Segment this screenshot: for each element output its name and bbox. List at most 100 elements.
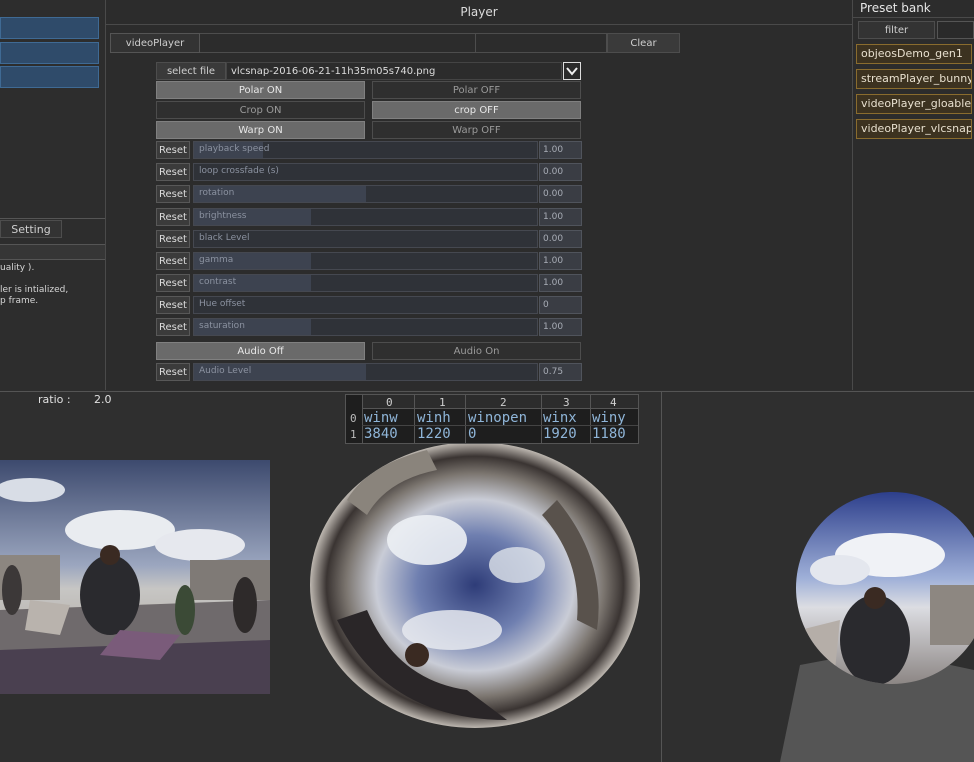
file-name-field[interactable]: vlcsnap-2016-06-21-11h35m05s740.png: [226, 62, 562, 80]
left-info-line: p frame.: [0, 296, 39, 306]
tab-bar-empty: [200, 33, 475, 53]
table-col-sep: [414, 395, 415, 443]
tab-setting[interactable]: Setting: [0, 220, 62, 238]
divider: [853, 17, 974, 18]
slider-reset-button[interactable]: Reset: [156, 230, 190, 248]
slider-reset-button[interactable]: Reset: [156, 163, 190, 181]
slider-track[interactable]: playback speed: [193, 141, 538, 159]
slider-value[interactable]: 0.00: [539, 163, 582, 181]
tab-bar-field: [475, 33, 607, 53]
slider-track[interactable]: black Level: [193, 230, 538, 248]
slider-value[interactable]: 1.00: [539, 252, 582, 270]
polar-on-button[interactable]: Polar ON: [156, 81, 365, 99]
slider-label: brightness: [199, 211, 247, 221]
player-title: Player: [460, 5, 498, 19]
filter-input[interactable]: [937, 21, 974, 39]
left-info-line: uality ).: [0, 263, 35, 273]
fisheye-image: [310, 442, 640, 728]
slider-track[interactable]: brightness: [193, 208, 538, 226]
table-col-header: 4: [610, 396, 617, 409]
preset-item[interactable]: videoPlayer_vlcsnap: [856, 119, 972, 139]
audio-level-slider[interactable]: Audio Level: [193, 363, 538, 381]
clear-button[interactable]: Clear: [607, 33, 680, 53]
left-panel: Setting uality ). ler is intialized, p f…: [0, 0, 105, 390]
slider-value[interactable]: 0.00: [539, 185, 582, 203]
table-col-header: 1: [439, 396, 446, 409]
left-info-line: [0, 274, 105, 285]
chevron-down-icon: [566, 67, 578, 76]
slider-label: gamma: [199, 255, 234, 265]
preset-bank-title: Preset bank: [860, 1, 931, 15]
table-col-sep: [541, 395, 542, 443]
warp-on-button[interactable]: Warp ON: [156, 121, 365, 139]
slider-reset-button[interactable]: Reset: [156, 141, 190, 159]
divider: [106, 24, 852, 25]
crop-off-button[interactable]: crop OFF: [372, 101, 581, 119]
slider-label: rotation: [199, 188, 235, 198]
table-cell: winw: [364, 410, 398, 426]
table-row-index: 0: [350, 412, 357, 425]
slider-label: Audio Level: [199, 366, 252, 376]
slider-track[interactable]: contrast: [193, 274, 538, 292]
slider-value[interactable]: 0: [539, 296, 582, 314]
table-cell: 1180: [592, 426, 626, 442]
audio-on-button[interactable]: Audio On: [372, 342, 581, 360]
slider-reset-button[interactable]: Reset: [156, 296, 190, 314]
slider-label: loop crossfade (s): [199, 166, 279, 176]
audio-level-reset-button[interactable]: Reset: [156, 363, 190, 381]
slider-track[interactable]: loop crossfade (s): [193, 163, 538, 181]
slider-track[interactable]: saturation: [193, 318, 538, 336]
table-row-index: 1: [350, 428, 357, 441]
table-col-sep: [465, 395, 466, 443]
slider-value[interactable]: 1.00: [539, 318, 582, 336]
preset-item[interactable]: videoPlayer_gloablee: [856, 94, 972, 114]
table-col-header: 2: [500, 396, 507, 409]
slider-reset-button[interactable]: Reset: [156, 185, 190, 203]
table-col-header: 0: [386, 396, 393, 409]
polar-off-button[interactable]: Polar OFF: [372, 81, 581, 99]
left-input-1[interactable]: [0, 17, 99, 39]
slider-value[interactable]: 0.00: [539, 230, 582, 248]
preset-item[interactable]: streamPlayer_bunny: [856, 69, 972, 89]
table-cell: 1220: [417, 426, 451, 442]
sphere-image: [780, 492, 974, 762]
slider-value[interactable]: 1.00: [539, 141, 582, 159]
left-info-text: uality ). ler is intialized, p frame.: [0, 263, 105, 307]
window-info-table: 0 1 2 3 4 0 1 winw winh winopen winx win…: [345, 394, 639, 444]
slider-reset-button[interactable]: Reset: [156, 208, 190, 226]
fisheye-video-frame: [307, 440, 643, 730]
slider-label: playback speed: [199, 144, 270, 154]
slider-track[interactable]: Hue offset: [193, 296, 538, 314]
right-sphere-frame: [780, 470, 974, 762]
slider-value[interactable]: 1.00: [539, 274, 582, 292]
table-cell: 1920: [543, 426, 577, 442]
left-info-line: ler is intialized,: [0, 285, 69, 295]
equirect-video-frame: [0, 460, 270, 694]
slider-label: black Level: [199, 233, 250, 243]
slider-reset-button[interactable]: Reset: [156, 274, 190, 292]
crop-on-button[interactable]: Crop ON: [156, 101, 365, 119]
tab-videoplayer[interactable]: videoPlayer: [110, 33, 200, 53]
slider-label: Hue offset: [199, 299, 246, 309]
audio-off-button[interactable]: Audio Off: [156, 342, 365, 360]
warp-off-button[interactable]: Warp OFF: [372, 121, 581, 139]
slider-track[interactable]: gamma: [193, 252, 538, 270]
table-cell: winh: [417, 410, 451, 426]
file-dropdown-checkbox[interactable]: [563, 62, 581, 80]
table-cell: winx: [543, 410, 577, 426]
select-file-button[interactable]: select file: [156, 62, 226, 80]
table-col-sep: [362, 395, 363, 443]
slider-reset-button[interactable]: Reset: [156, 318, 190, 336]
slider-reset-button[interactable]: Reset: [156, 252, 190, 270]
filter-button[interactable]: filter: [858, 21, 935, 39]
audio-level-value[interactable]: 0.75: [539, 363, 582, 381]
left-input-2[interactable]: [0, 42, 99, 64]
left-bar: [0, 244, 105, 260]
preset-item[interactable]: objeosDemo_gen1: [856, 44, 972, 64]
left-input-3[interactable]: [0, 66, 99, 88]
ratio-label: ratio :: [38, 393, 71, 406]
slider-value[interactable]: 1.00: [539, 208, 582, 226]
slider-track[interactable]: rotation: [193, 185, 538, 203]
table-col-sep: [590, 395, 591, 443]
left-separator: [0, 218, 105, 219]
